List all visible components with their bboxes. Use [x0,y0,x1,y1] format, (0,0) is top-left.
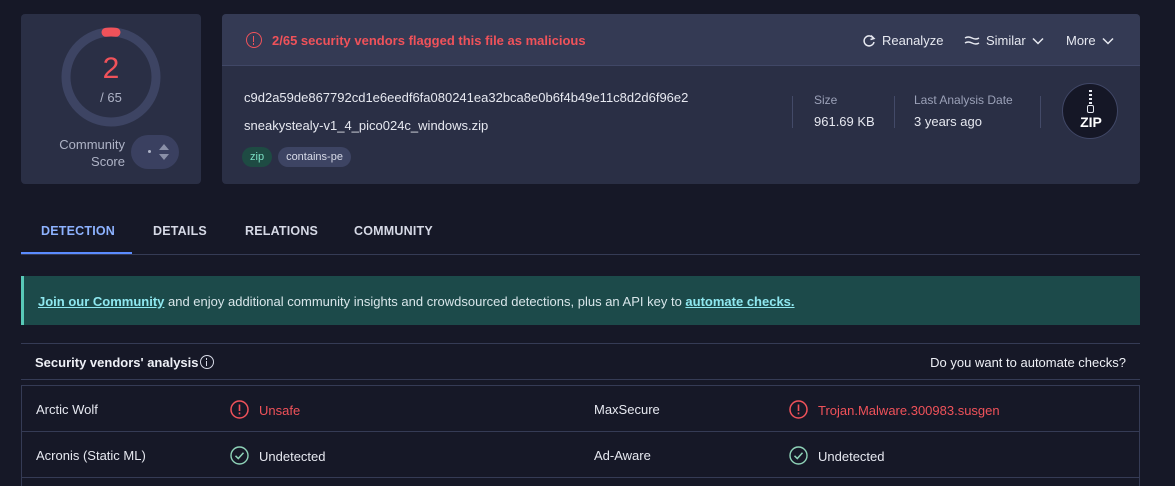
tab-details[interactable]: DETAILS [153,224,207,238]
divider [1040,96,1041,128]
tag-contains-pe[interactable]: contains-pe [278,147,351,167]
detection-score-card: 2 / 65 Community Score [21,14,201,184]
file-summary-card: 2/65 security vendors flagged this file … [222,14,1140,184]
last-analysis-label: Last Analysis Date [914,93,1013,107]
file-hash[interactable]: c9d2a59de867792cd1e6eedf6fa080241ea32bca… [244,90,688,105]
file-header: 2/65 security vendors flagged this file … [222,14,1140,66]
tab-community[interactable]: COMMUNITY [354,224,433,238]
tab-relations[interactable]: RELATIONS [245,224,318,238]
result-label: Unsafe [259,403,301,418]
zip-pull-icon [1087,105,1094,113]
vendor-name: Acronis (Static ML) [36,448,146,463]
more-label: More [1066,33,1096,48]
vendors-analysis-header: Security vendors' analysis Do you want t… [21,343,1140,380]
community-score-label: Community Score [43,136,125,170]
tab-detection[interactable]: DETECTION [41,224,115,238]
alert-icon [230,400,249,419]
file-type-badge: ZIP [1062,83,1118,139]
check-circle-icon [230,446,249,465]
community-label-line2: Score [91,154,125,169]
file-tags: zip contains-pe [242,147,351,167]
alert-icon [246,32,262,48]
detection-total: / 65 [100,90,122,105]
vote-up-icon[interactable] [159,144,169,150]
zip-file-icon [1089,90,1092,106]
active-tab-indicator [21,252,132,254]
result-label: Trojan.Malware.300983.susgen [818,403,1000,418]
vendor-name: Arctic Wolf [36,402,98,417]
automate-checks-link[interactable]: automate checks. [685,294,794,309]
last-analysis-value: 3 years ago [914,114,982,129]
table-row: Acronis (Static ML) Undetected Ad-Aware … [22,432,1139,478]
vendor-result: Trojan.Malware.300983.susgen [789,400,1000,419]
vendor-name: Ad-Aware [594,448,651,463]
reanalyze-label: Reanalyze [882,33,944,48]
file-type-label: ZIP [1080,114,1102,130]
divider [792,96,793,128]
check-circle-icon [789,446,808,465]
info-icon[interactable] [200,355,214,369]
join-community-link[interactable]: Join our Community [38,294,164,309]
result-label: Undetected [259,449,326,464]
community-banner: Join our Community and enjoy additional … [21,276,1140,325]
community-vote-control[interactable] [131,135,179,169]
reanalyze-button[interactable]: Reanalyze [862,33,943,48]
similar-label: Similar [986,33,1026,48]
similar-dropdown[interactable]: Similar [964,33,1044,48]
table-row: Arctic Wolf Unsafe MaxSecure Trojan.Malw… [22,386,1139,432]
community-label-line1: Community [59,137,125,152]
alert-icon [789,400,808,419]
file-name: sneakystealy-v1_4_pico024c_windows.zip [244,118,489,133]
vendor-result: Unsafe [230,400,301,419]
vendor-name: MaxSecure [594,402,660,417]
detection-count: 2 [102,52,120,85]
malicious-alert: 2/65 security vendors flagged this file … [272,33,586,48]
size-value: 961.69 KB [814,114,875,129]
automate-checks-question[interactable]: Do you want to automate checks? [930,355,1126,370]
result-label: Undetected [818,449,885,464]
similar-icon [964,35,980,45]
banner-middle-text: and enjoy additional community insights … [164,294,686,309]
chevron-down-icon [1032,37,1044,45]
vendor-results-table: Arctic Wolf Unsafe MaxSecure Trojan.Malw… [21,385,1140,486]
vendors-analysis-title: Security vendors' analysis [35,355,199,370]
vote-down-icon[interactable] [159,154,169,160]
vote-value-dot [148,150,151,153]
refresh-icon [863,34,876,47]
chevron-down-icon [1102,37,1114,45]
tag-zip[interactable]: zip [242,147,273,167]
size-label: Size [814,93,838,107]
tab-bar: DETECTION DETAILS RELATIONS COMMUNITY [21,210,1140,255]
vendor-result: Undetected [789,446,885,465]
banner-text: Join our Community and enjoy additional … [38,294,795,309]
more-dropdown[interactable]: More [1066,33,1114,48]
vendor-result: Undetected [230,446,326,465]
divider [894,96,895,128]
